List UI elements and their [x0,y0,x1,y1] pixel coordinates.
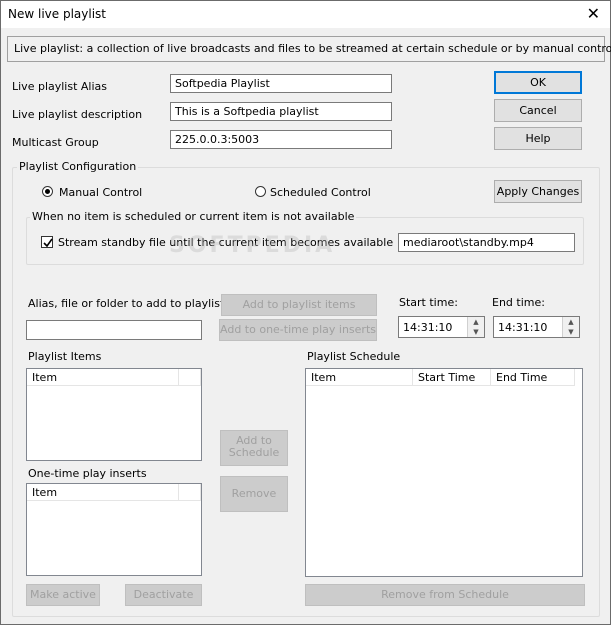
one-time-inserts-list[interactable]: Item [26,483,202,576]
spin-down-icon[interactable]: ▼ [468,327,484,337]
close-icon[interactable]: ✕ [587,4,600,24]
column-header-item[interactable]: Item [27,369,179,386]
checkmark-icon [43,238,53,248]
apply-changes-button[interactable]: Apply Changes [494,180,582,203]
manual-control-label[interactable]: Manual Control [59,186,142,199]
add-to-one-time-inserts-button[interactable]: Add to one-time play inserts [219,319,377,341]
standby-file-field[interactable]: mediaroot\standby.mp4 [398,233,575,252]
remove-from-schedule-button[interactable]: Remove from Schedule [305,584,585,606]
standby-checkbox[interactable] [41,236,53,248]
playlist-schedule-label: Playlist Schedule [307,350,401,363]
playlist-items-list[interactable]: Item [26,368,202,461]
start-time-value: 14:31:10 [403,321,453,334]
alias-prompt-label: Alias, file or folder to add to playlist… [28,297,228,310]
dialog-window: New live playlist ✕ Live playlist: a col… [0,0,611,625]
column-header-end-time[interactable]: End Time [491,369,575,386]
spin-down-icon[interactable]: ▼ [563,327,579,337]
column-header-item[interactable]: Item [306,369,413,386]
window-title: New live playlist [8,7,106,21]
one-time-inserts-label: One-time play inserts [28,467,147,480]
alias-field[interactable]: Softpedia Playlist [170,74,392,93]
title-bar: New live playlist ✕ [1,1,610,28]
alias-label: Live playlist Alias [12,80,108,93]
playlist-configuration-legend: Playlist Configuration [17,160,139,173]
standby-group-legend: When no item is scheduled or current ite… [30,210,357,223]
start-time-spinner[interactable]: 14:31:10 ▲ ▼ [398,316,485,338]
end-time-value: 14:31:10 [498,321,548,334]
cancel-button[interactable]: Cancel [494,99,582,122]
end-time-spinner[interactable]: 14:31:10 ▲ ▼ [493,316,580,338]
info-banner: Live playlist: a collection of live broa… [7,36,611,62]
column-header-start-time[interactable]: Start Time [413,369,491,386]
playlist-items-label: Playlist Items [28,350,102,363]
description-field[interactable]: This is a Softpedia playlist [170,102,392,121]
add-to-schedule-button[interactable]: Add to Schedule [220,430,288,466]
multicast-field[interactable]: 225.0.0.3:5003 [170,130,392,149]
info-text: Live playlist: a collection of live broa… [14,42,611,55]
playlist-schedule-list[interactable]: Item Start Time End Time [305,368,583,577]
help-button[interactable]: Help [494,127,582,150]
manual-control-radio[interactable] [42,186,53,197]
ok-button[interactable]: OK [494,71,582,94]
add-to-playlist-items-button[interactable]: Add to playlist items [221,294,377,316]
alias-input[interactable] [26,320,202,340]
remove-button[interactable]: Remove [220,476,288,512]
scheduled-control-label[interactable]: Scheduled Control [270,186,371,199]
deactivate-button[interactable]: Deactivate [125,584,202,606]
softpedia-watermark: SOFTPEDIA [169,233,336,258]
make-active-button[interactable]: Make active [26,584,100,606]
column-header-item[interactable]: Item [27,484,179,501]
start-time-label: Start time: [399,296,458,309]
end-time-label: End time: [492,296,545,309]
scheduled-control-radio[interactable] [255,186,266,197]
description-label: Live playlist description [12,108,143,121]
multicast-label: Multicast Group [12,136,99,149]
column-header-empty [179,369,201,386]
column-header-empty [179,484,201,501]
